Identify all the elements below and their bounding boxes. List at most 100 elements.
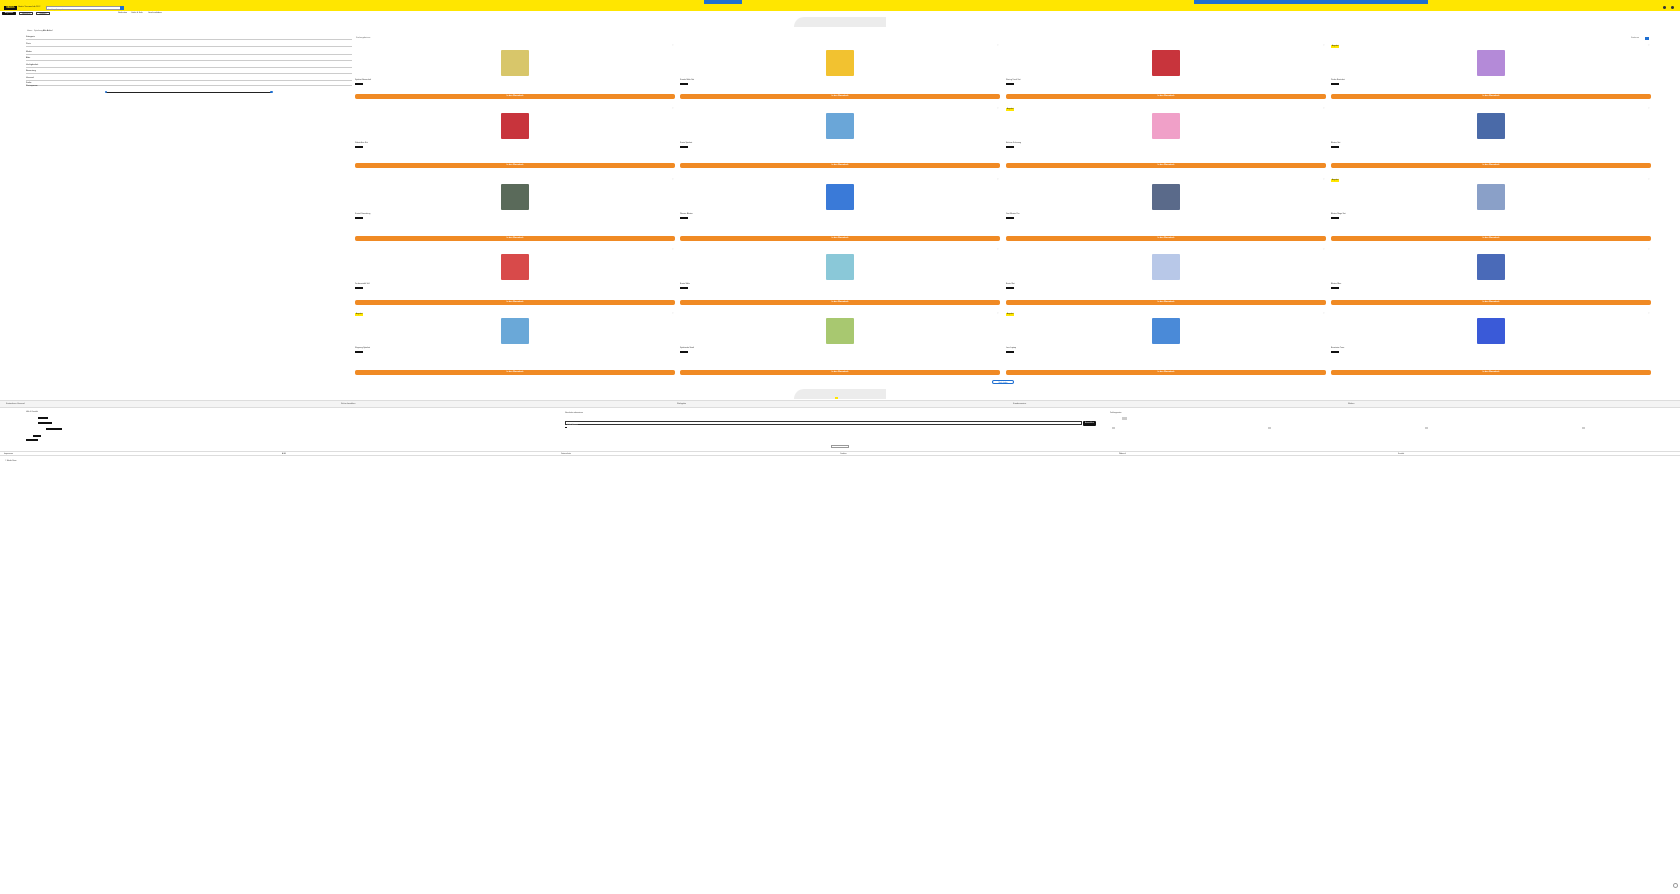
- product-card[interactable]: ♡ Knete Spielset In den Warenkorb: [680, 106, 1000, 170]
- product-title[interactable]: Wasser Blaster: [680, 213, 693, 215]
- nav-link-gifts[interactable]: Geschenkideen: [148, 12, 162, 14]
- bottom-link[interactable]: AGB: [282, 453, 286, 455]
- product-title[interactable]: Bunte Stifte: [680, 283, 690, 285]
- wishlist-heart-icon[interactable]: ♡: [1323, 178, 1325, 181]
- breadcrumb-home[interactable]: Home: [27, 30, 32, 32]
- nav-button-toys[interactable]: Spielzeug: [19, 11, 33, 15]
- add-to-cart-button[interactable]: In den Warenkorb: [1006, 300, 1326, 305]
- product-image[interactable]: [1152, 318, 1180, 344]
- bottom-link[interactable]: Widerruf: [1119, 453, 1126, 455]
- bottom-link[interactable]: Datenschutz: [561, 453, 571, 455]
- product-card[interactable]: ♡ Blaster Set In den Warenkorb: [1331, 106, 1651, 170]
- search-input[interactable]: Suchbegriff eingeben: [46, 5, 121, 11]
- wishlist-heart-icon[interactable]: ♡: [1323, 44, 1325, 47]
- help-link[interactable]: [26, 439, 38, 441]
- filter-availability[interactable]: Verfügbarkeit: [26, 64, 352, 68]
- help-link[interactable]: [33, 435, 41, 437]
- product-image[interactable]: [826, 254, 854, 280]
- product-title[interactable]: Flugzeug Spielset: [355, 347, 370, 349]
- add-to-cart-button[interactable]: In den Warenkorb: [355, 300, 675, 305]
- product-title[interactable]: Lern Laptop: [1006, 347, 1016, 349]
- product-title[interactable]: Blaster Set: [1331, 142, 1340, 144]
- add-to-cart-button[interactable]: In den Warenkorb: [1331, 370, 1651, 375]
- consent-checkbox[interactable]: [565, 426, 567, 428]
- filter-category[interactable]: Kategorie: [26, 36, 352, 40]
- product-card[interactable]: ♡ Dart Blaster Pro In den Warenkorb: [1006, 177, 1326, 243]
- wishlist-heart-icon[interactable]: ♡: [672, 312, 674, 315]
- product-card[interactable]: ♡ Kreativ Stifte Set In den Warenkorb: [680, 43, 1000, 101]
- product-title[interactable]: Einhorn Fahrzeug: [1006, 142, 1021, 144]
- add-to-cart-button[interactable]: In den Warenkorb: [355, 163, 675, 168]
- product-image[interactable]: [1477, 254, 1505, 280]
- product-card[interactable]: ♡ Bastel Set In den Warenkorb: [1006, 247, 1326, 307]
- product-title[interactable]: Perlen Bastelset: [1331, 79, 1345, 81]
- add-to-cart-button[interactable]: In den Warenkorb: [1006, 163, 1326, 168]
- product-title[interactable]: Spielmatte Stadt: [680, 347, 694, 349]
- product-title[interactable]: Bastel Set: [1006, 283, 1015, 285]
- sort-label[interactable]: Sortieren: [1631, 37, 1639, 39]
- newsletter-email-input[interactable]: E-Mail-Adresse: [565, 421, 1082, 426]
- product-card[interactable]: ♡ Wasser Blaster In den Warenkorb: [680, 177, 1000, 243]
- cart-icon[interactable]: [1671, 6, 1674, 9]
- wishlist-heart-icon[interactable]: ♡: [997, 178, 999, 181]
- product-card[interactable]: ♡ Spielmatte Stadt In den Warenkorb: [680, 311, 1000, 377]
- add-to-cart-button[interactable]: In den Warenkorb: [355, 236, 675, 241]
- product-image[interactable]: [1152, 50, 1180, 76]
- grid-view-icon[interactable]: [1645, 37, 1649, 40]
- breadcrumb-toys[interactable]: Spielzeug: [34, 30, 43, 32]
- product-card[interactable]: ♡ Spielset Bauernhof In den Warenkorb: [355, 43, 675, 101]
- wishlist-heart-icon[interactable]: ♡: [672, 107, 674, 110]
- product-title[interactable]: Bausteine Turm: [1331, 347, 1344, 349]
- product-image[interactable]: [1477, 184, 1505, 210]
- add-to-cart-button[interactable]: In den Warenkorb: [1331, 94, 1651, 99]
- logo[interactable]: MEDIA: [4, 5, 17, 10]
- filter-shipping[interactable]: Versand: [26, 77, 352, 81]
- product-card[interactable]: Angebot ♡ Perlen Bastelset In den Warenkorb: [1331, 43, 1651, 101]
- wishlist-heart-icon[interactable]: ♡: [672, 44, 674, 47]
- wishlist-heart-icon[interactable]: ♡: [1323, 248, 1325, 251]
- product-image[interactable]: [826, 184, 854, 210]
- product-image[interactable]: [501, 184, 529, 210]
- product-title[interactable]: Knete Spielset: [680, 142, 692, 144]
- product-image[interactable]: [1477, 318, 1505, 344]
- filter-rating[interactable]: Bewertung: [26, 70, 352, 74]
- wishlist-heart-icon[interactable]: ♡: [1648, 248, 1650, 251]
- add-to-cart-button[interactable]: In den Warenkorb: [1006, 370, 1326, 375]
- product-card[interactable]: Angebot ♡ Blaster Mega Set In den Warenkorb: [1331, 177, 1651, 243]
- add-to-cart-button[interactable]: In den Warenkorb: [680, 163, 1000, 168]
- product-image[interactable]: [501, 50, 529, 76]
- product-image[interactable]: [501, 254, 529, 280]
- product-card[interactable]: ♡ Racing Track Set In den Warenkorb: [1006, 43, 1326, 101]
- product-image[interactable]: [826, 318, 854, 344]
- product-image[interactable]: [826, 113, 854, 139]
- product-title[interactable]: Kreativ Stifte Set: [680, 79, 694, 81]
- nav-button-offers[interactable]: Angebote: [2, 11, 16, 15]
- product-title[interactable]: Blaster Mega Set: [1331, 213, 1346, 215]
- bottom-link[interactable]: Kontakt: [1398, 453, 1404, 455]
- wishlist-heart-icon[interactable]: ♡: [1323, 107, 1325, 110]
- back-to-top-button[interactable]: [831, 445, 849, 448]
- wishlist-heart-icon[interactable]: ♡: [672, 248, 674, 251]
- product-card[interactable]: Angebot ♡ Einhorn Fahrzeug In den Warenkorb: [1006, 106, 1326, 170]
- product-title[interactable]: Spielset Bauernhof: [355, 79, 371, 81]
- filter-age[interactable]: Alter: [26, 57, 352, 61]
- wishlist-heart-icon[interactable]: ♡: [997, 107, 999, 110]
- add-to-cart-button[interactable]: In den Warenkorb: [355, 370, 675, 375]
- product-card[interactable]: Angebot ♡ Flugzeug Spielset In den Warenkor…: [355, 311, 675, 377]
- add-to-cart-button[interactable]: In den Warenkorb: [680, 370, 1000, 375]
- price-slider-min-handle[interactable]: [104, 90, 108, 94]
- product-image[interactable]: [1477, 113, 1505, 139]
- add-to-cart-button[interactable]: In den Warenkorb: [1006, 94, 1326, 99]
- wishlist-heart-icon[interactable]: ♡: [1323, 312, 1325, 315]
- product-image[interactable]: [1152, 254, 1180, 280]
- add-to-cart-button[interactable]: In den Warenkorb: [680, 300, 1000, 305]
- product-card[interactable]: ♡ Kreisel Sammlung In den Warenkorb: [355, 177, 675, 243]
- wishlist-heart-icon[interactable]: ♡: [1648, 178, 1650, 181]
- filter-price[interactable]: Preis: [26, 43, 352, 47]
- product-title[interactable]: Blaster Blau: [1331, 283, 1341, 285]
- account-icon[interactable]: [1663, 6, 1666, 9]
- wishlist-heart-icon[interactable]: ♡: [1648, 107, 1650, 110]
- product-image[interactable]: [501, 113, 529, 139]
- add-to-cart-button[interactable]: In den Warenkorb: [1331, 236, 1651, 241]
- product-image[interactable]: [1152, 113, 1180, 139]
